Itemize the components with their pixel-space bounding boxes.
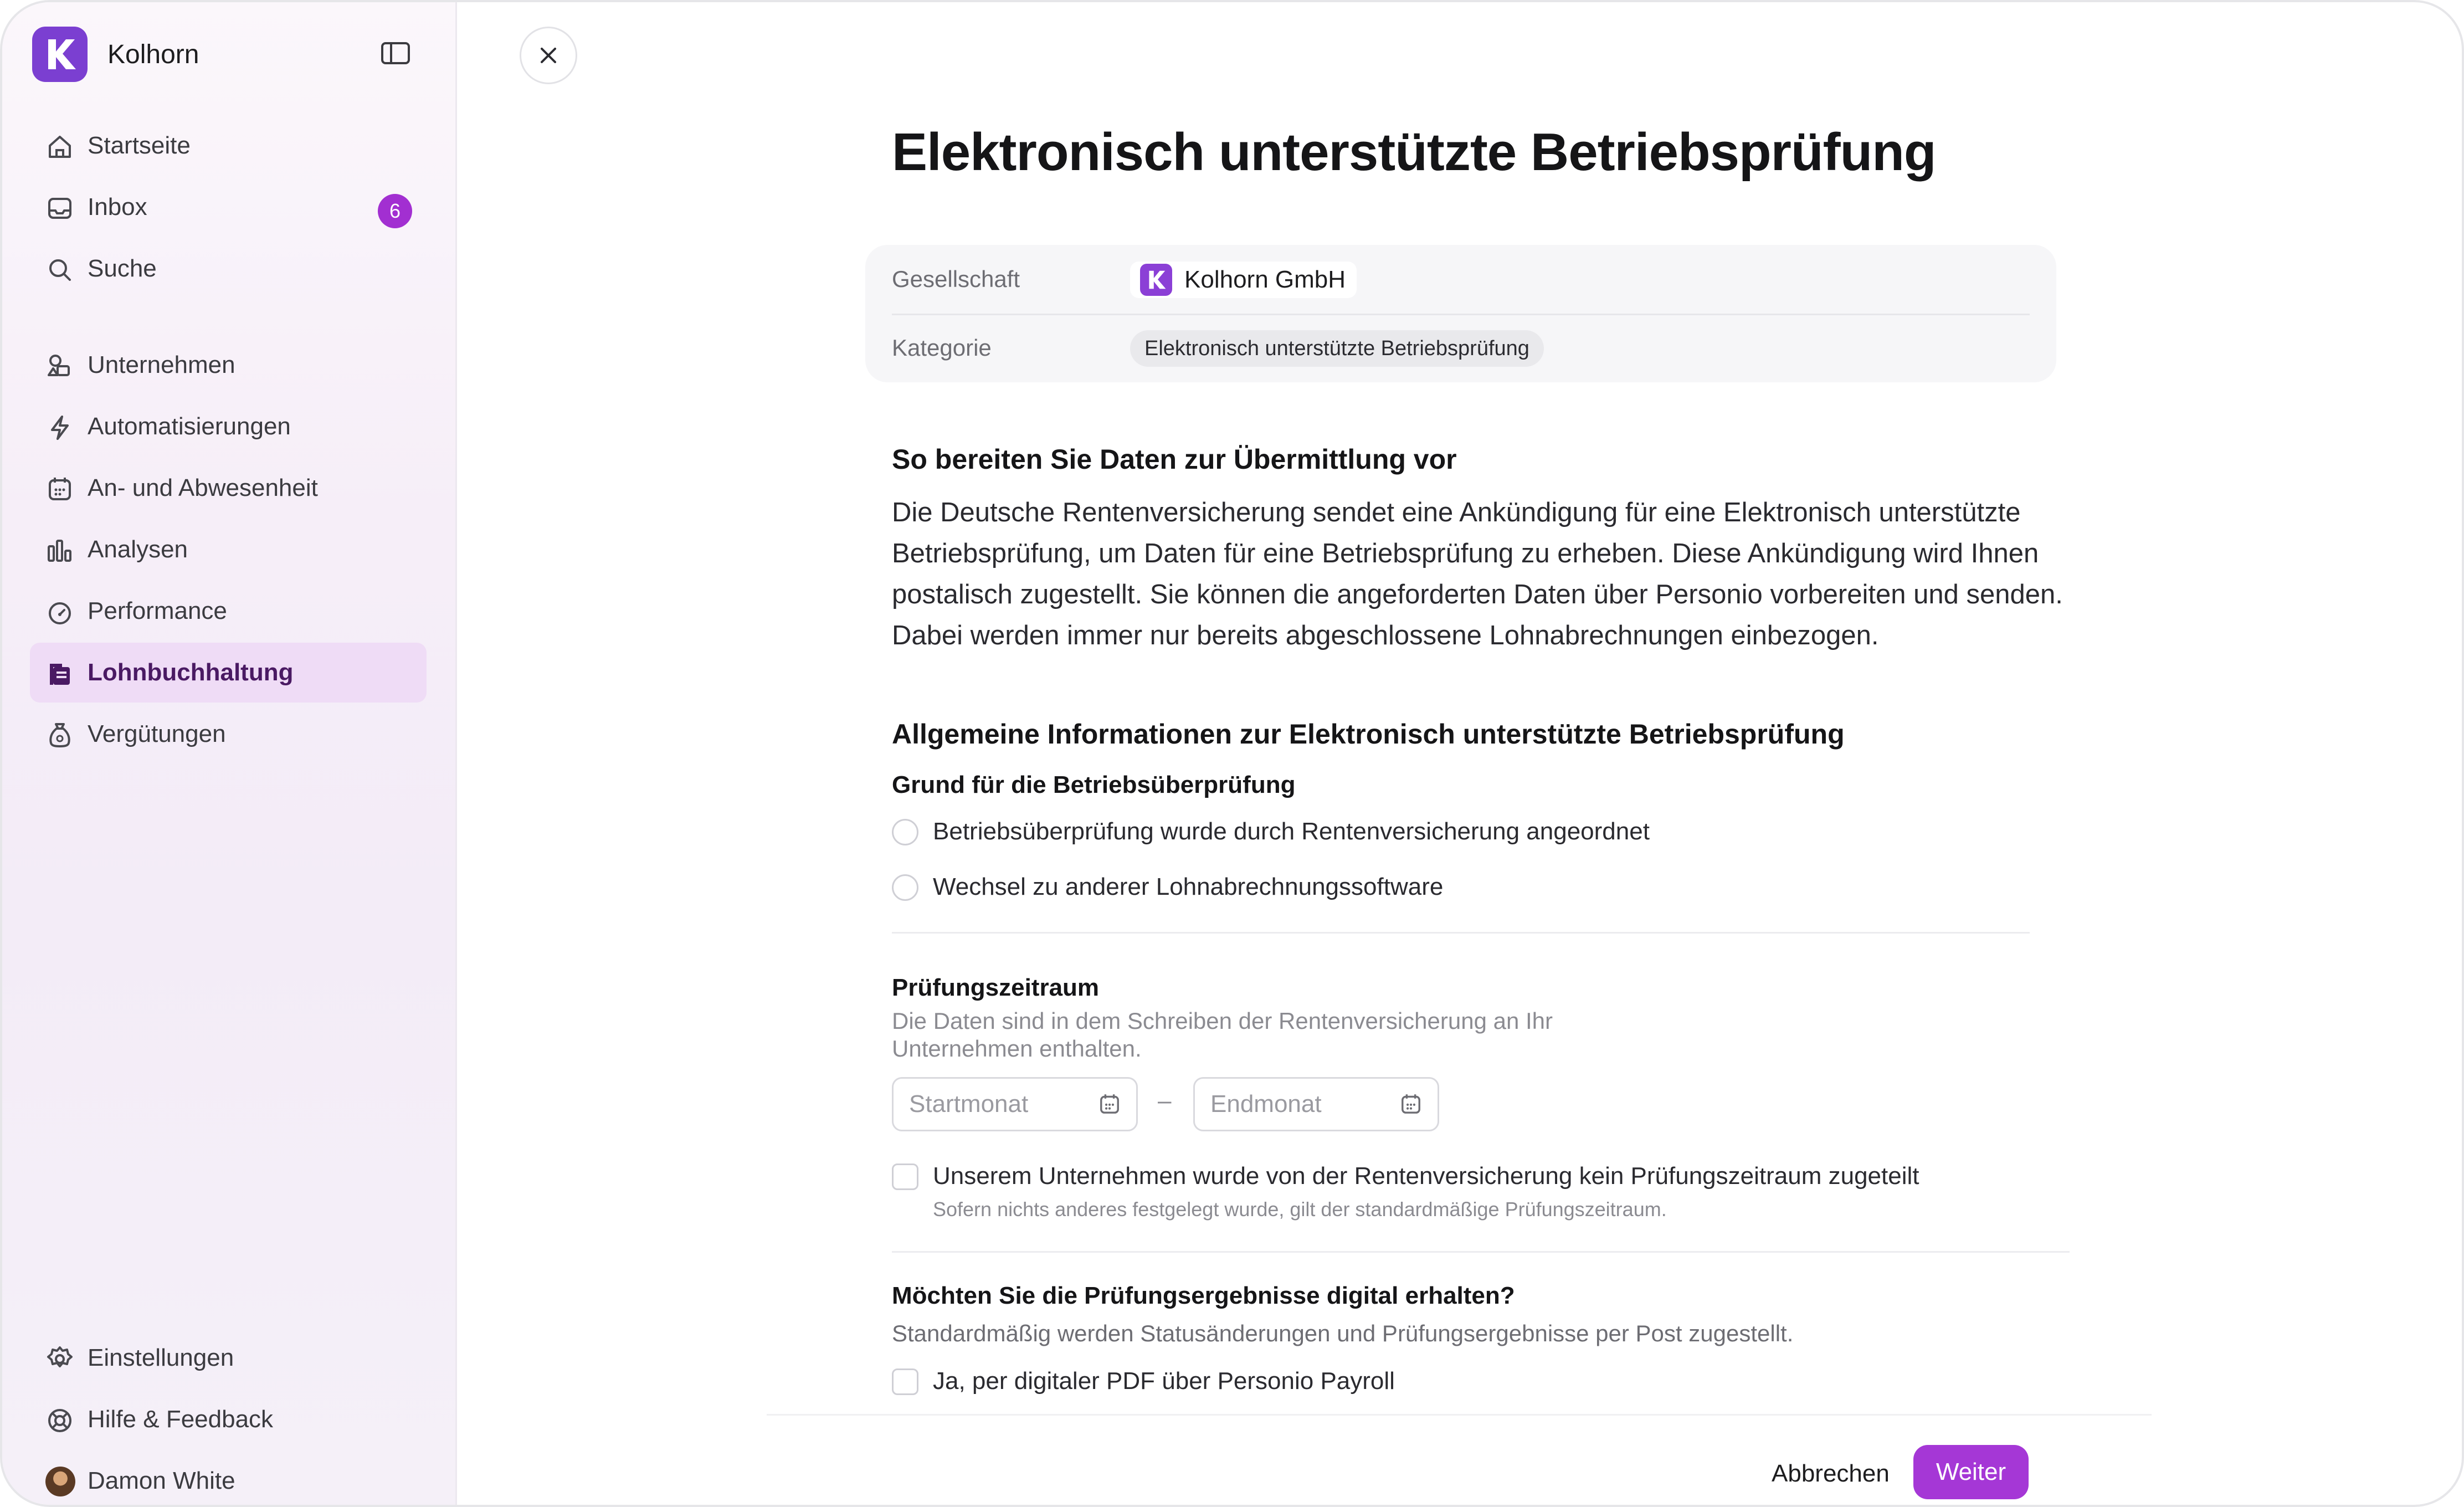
- lightning-icon: [51, 416, 69, 440]
- sidebar-item-suche[interactable]: Suche: [30, 239, 427, 299]
- period-hint: Die Daten sind in dem Schreiben der Rent…: [892, 1008, 1553, 1062]
- sidebar-item-label: Einstellungen: [88, 1344, 234, 1371]
- start-month-placeholder: Startmonat: [909, 1090, 1029, 1118]
- meta-row-category: Kategorie Elektronisch unterstützte Betr…: [892, 314, 2030, 382]
- sidebar-item-hilfe[interactable]: Hilfe & Feedback: [30, 1390, 427, 1449]
- sidebar-item-label: Automatisierungen: [88, 413, 291, 440]
- meta-card: Gesellschaft Kolhorn GmbH Kategorie Elek…: [865, 245, 2056, 382]
- next-button[interactable]: Weiter: [1913, 1445, 2029, 1499]
- home-icon: [49, 136, 71, 158]
- sidebar-item-label: An- und Abwesenheit: [88, 474, 318, 501]
- sidebar-toggle-icon[interactable]: [380, 40, 411, 66]
- sidebar-item-inbox[interactable]: Inbox 6: [30, 177, 427, 237]
- no-period-hint: Sofern nichts anderes festgelegt wurde, …: [933, 1198, 1667, 1221]
- sidebar-item-label: Suche: [88, 255, 157, 282]
- start-month-input[interactable]: Startmonat: [892, 1077, 1138, 1131]
- no-period-checkbox[interactable]: [892, 1163, 918, 1190]
- digital-hint: Standardmäßig werden Statusänderungen un…: [892, 1320, 1794, 1346]
- sidebar-item-label: Inbox: [88, 193, 147, 221]
- no-period-label[interactable]: Unserem Unternehmen wurde von der Renten…: [933, 1162, 1919, 1190]
- kolhorn-logo-icon: [32, 27, 88, 82]
- sidebar: Kolhorn Startseite Inbox 6 Suche Unterne…: [2, 2, 457, 1505]
- sidebar-item-label: Lohnbuchhaltung: [88, 659, 294, 686]
- sidebar-item-abwesenheit[interactable]: An- und Abwesenheit: [30, 458, 427, 518]
- end-month-input[interactable]: Endmonat: [1193, 1077, 1439, 1131]
- divider: [892, 932, 2030, 934]
- period-label: Prüfungszeitraum: [892, 974, 1100, 1001]
- shapes-icon: [48, 355, 70, 376]
- sidebar-item-label: Startseite: [88, 132, 191, 159]
- prep-heading: So bereiten Sie Daten zur Übermittlung v…: [892, 444, 1457, 475]
- sidebar-item-einstellungen[interactable]: Einstellungen: [30, 1328, 427, 1388]
- sidebar-item-label: Hilfe & Feedback: [88, 1406, 274, 1433]
- reason-radio-ordered[interactable]: [892, 819, 918, 845]
- calendar-icon: [1402, 1094, 1420, 1114]
- sidebar-item-label: Vergütungen: [88, 720, 226, 747]
- page-title: Elektronisch unterstützte Betriebsprüfun…: [892, 122, 1937, 182]
- payroll-icon: [50, 664, 70, 685]
- sidebar-item-label: Performance: [88, 597, 227, 624]
- end-month-placeholder: Endmonat: [1210, 1090, 1322, 1118]
- gauge-icon: [49, 602, 71, 624]
- meta-row-company: Gesellschaft Kolhorn GmbH: [892, 245, 2030, 315]
- company-name: Kolhorn GmbH: [1184, 266, 1346, 293]
- company-chip[interactable]: Kolhorn GmbH: [1130, 262, 1357, 298]
- company-key: Gesellschaft: [892, 266, 1020, 292]
- close-icon: [541, 48, 556, 63]
- money-bag-icon: [49, 723, 70, 748]
- sidebar-item-verguetungen[interactable]: Vergütungen: [30, 704, 427, 764]
- prep-text: Die Deutsche Rentenversicherung sendet e…: [892, 498, 2063, 650]
- sidebar-item-label: Unternehmen: [88, 351, 235, 378]
- digital-option-label[interactable]: Ja, per digitaler PDF über Personio Payr…: [933, 1367, 1395, 1395]
- app-window: Kolhorn Startseite Inbox 6 Suche Unterne…: [0, 0, 2464, 1507]
- reason-option-software[interactable]: Wechsel zu anderer Lohnabrechnungssoftwa…: [933, 873, 1443, 901]
- inbox-count-badge: 6: [378, 194, 412, 228]
- category-chip: Elektronisch unterstützte Betriebsprüfun…: [1130, 330, 1544, 367]
- digital-label: Möchten Sie die Prüfungsergebnisse digit…: [892, 1282, 1515, 1309]
- sidebar-item-analysen[interactable]: Analysen: [30, 520, 427, 580]
- search-icon: [49, 259, 71, 281]
- sidebar-item-unternehmen[interactable]: Unternehmen: [30, 335, 427, 395]
- info-heading: Allgemeine Informationen zur Elektronisc…: [892, 719, 1845, 750]
- app-name: Kolhorn: [107, 39, 199, 69]
- divider: [892, 1251, 2070, 1253]
- close-button[interactable]: [520, 27, 577, 84]
- avatar: [45, 1467, 75, 1496]
- sidebar-item-label: Analysen: [88, 536, 188, 563]
- digital-checkbox[interactable]: [892, 1368, 918, 1395]
- lifebuoy-icon: [48, 1409, 71, 1432]
- company-logo-icon: [1140, 264, 1172, 296]
- sidebar-item-automatisierungen[interactable]: Automatisierungen: [30, 397, 427, 457]
- reason-label: Grund für die Betriebsüberprüfung: [892, 771, 1296, 798]
- footer-divider: [767, 1414, 2152, 1416]
- reason-option-ordered[interactable]: Betriebsüberprüfung wurde durch Rentenve…: [933, 818, 1650, 845]
- cancel-button[interactable]: Abbrechen: [1758, 1447, 1903, 1500]
- calendar-icon: [1100, 1094, 1119, 1114]
- gear-icon: [47, 1346, 73, 1367]
- bar-chart-icon: [48, 540, 71, 562]
- inbox-icon: [48, 198, 71, 219]
- calendar-icon: [49, 478, 71, 500]
- sidebar-item-profile[interactable]: Damon White: [30, 1451, 427, 1505]
- range-dash: –: [1158, 1087, 1172, 1114]
- sidebar-item-startseite[interactable]: Startseite: [30, 116, 427, 176]
- user-name: Damon White: [88, 1467, 235, 1494]
- reason-radio-software[interactable]: [892, 874, 918, 901]
- sidebar-item-performance[interactable]: Performance: [30, 581, 427, 641]
- sidebar-item-lohnbuchhaltung[interactable]: Lohnbuchhaltung: [30, 643, 427, 703]
- category-key: Kategorie: [892, 335, 992, 361]
- brand[interactable]: Kolhorn: [32, 27, 199, 82]
